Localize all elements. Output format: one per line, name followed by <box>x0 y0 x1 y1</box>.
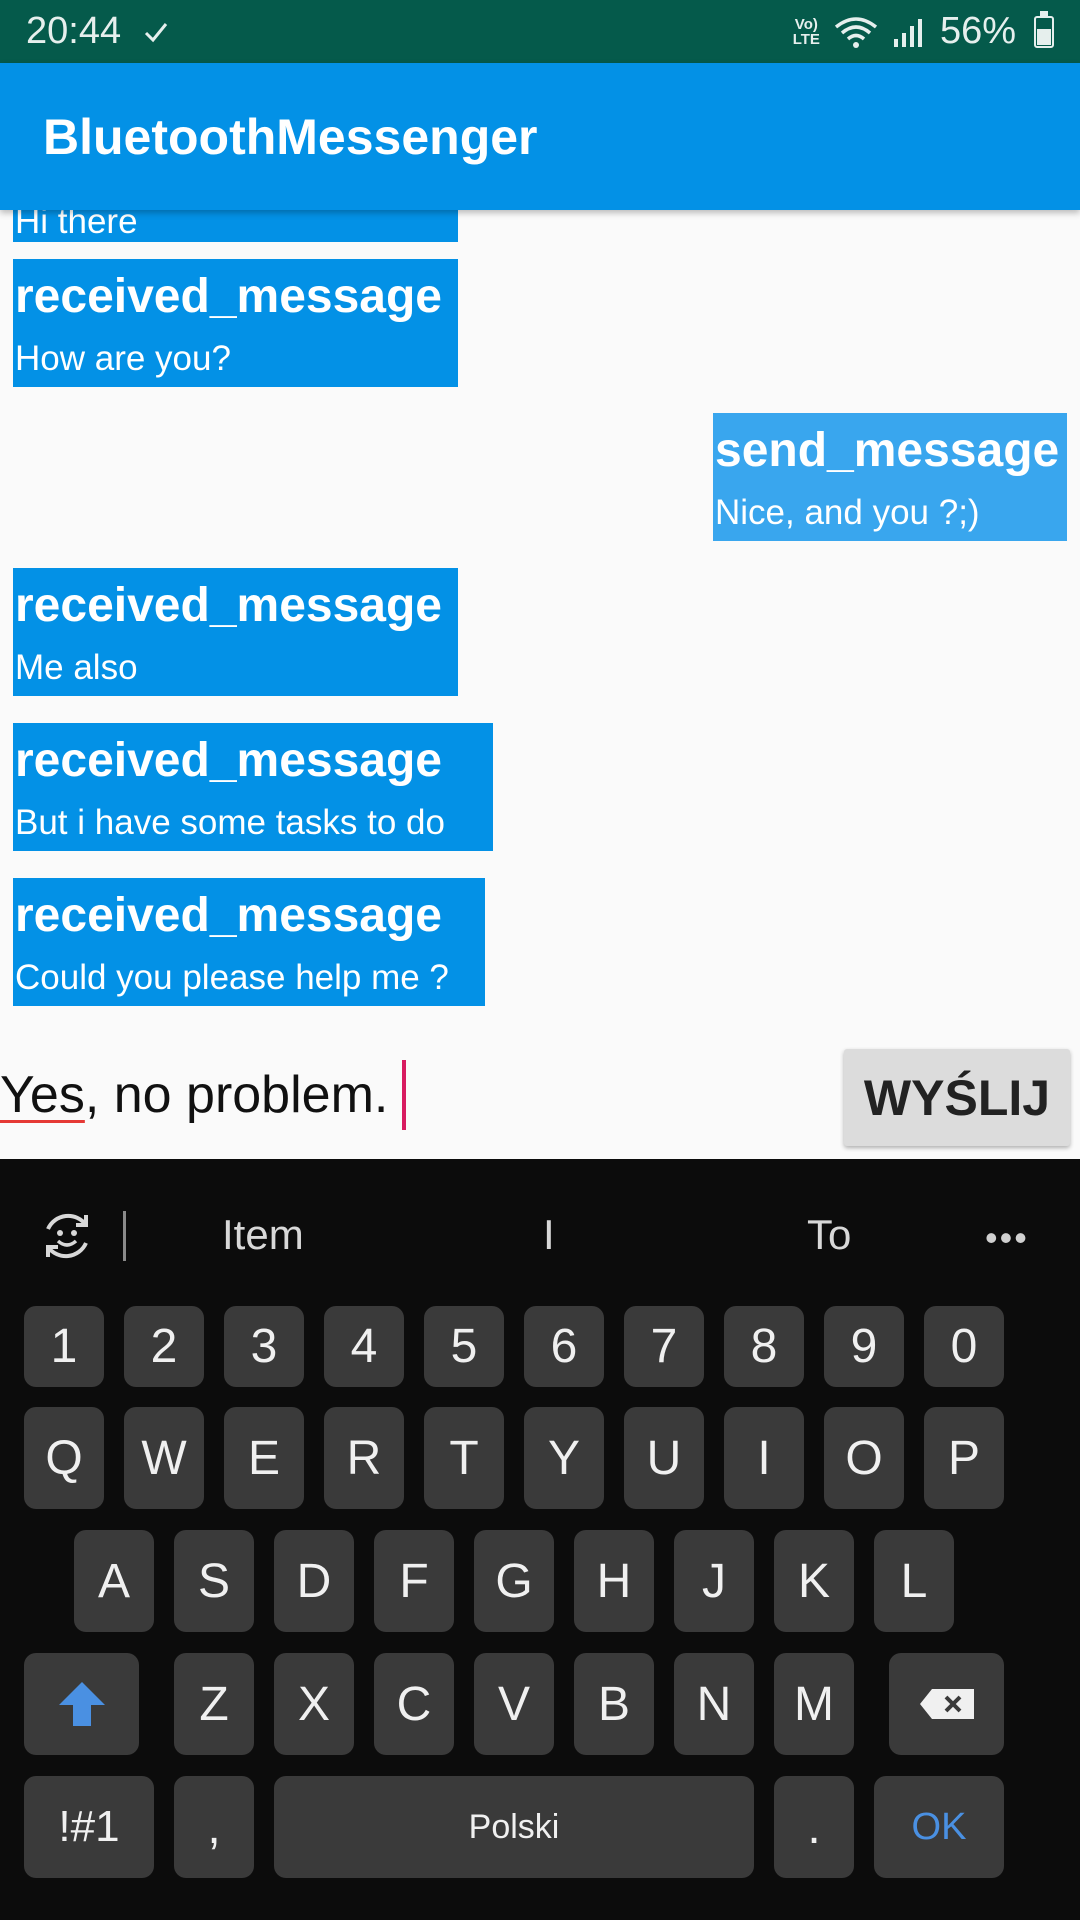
key-1[interactable]: 1 <box>24 1306 104 1387</box>
message-text: But i have some tasks to do <box>15 803 445 842</box>
message-text: Hi there <box>15 210 138 241</box>
suggestion-divider <box>123 1211 126 1261</box>
key-f[interactable]: F <box>374 1530 454 1632</box>
key-v[interactable]: V <box>474 1653 554 1755</box>
message-sender: send_message <box>715 424 1060 477</box>
input-text[interactable]: , no problem. <box>85 1065 389 1125</box>
message-text: Me also <box>15 648 138 687</box>
composer: Yes, no problem. WYŚLIJ <box>0 1035 1080 1159</box>
status-time: 20:44 <box>26 10 122 52</box>
keyboard: Item I To ••• 1 2 3 4 5 6 7 8 9 0 Q W E … <box>0 1159 1080 1920</box>
ok-key[interactable]: OK <box>874 1776 1004 1878</box>
key-z[interactable]: Z <box>174 1653 254 1755</box>
message-sender: received_message <box>15 734 442 787</box>
key-t[interactable]: T <box>424 1407 504 1509</box>
backspace-icon <box>919 1689 974 1719</box>
message-bubble-received: received_message Hi there <box>13 210 458 242</box>
suggestion-1[interactable]: Item <box>222 1211 304 1259</box>
misspelled-word[interactable]: Yes <box>0 1065 85 1125</box>
message-sender: received_message <box>15 270 442 323</box>
send-button[interactable]: WYŚLIJ <box>844 1049 1070 1146</box>
key-n[interactable]: N <box>674 1653 754 1755</box>
key-r[interactable]: R <box>324 1407 404 1509</box>
key-u[interactable]: U <box>624 1407 704 1509</box>
key-3[interactable]: 3 <box>224 1306 304 1387</box>
message-bubble-sent: send_message Nice, and you ?;) <box>713 413 1067 541</box>
message-bubble-received: received_message How are you? <box>13 259 458 387</box>
comma-key[interactable]: , <box>174 1776 254 1878</box>
message-text: How are you? <box>15 339 231 378</box>
wifi-icon <box>834 16 878 48</box>
suggestion-3[interactable]: To <box>807 1211 851 1259</box>
signal-icon <box>893 18 922 47</box>
message-bubble-received: received_message But i have some tasks t… <box>13 723 493 851</box>
key-s[interactable]: S <box>174 1530 254 1632</box>
space-key[interactable]: Polski <box>274 1776 754 1878</box>
key-b[interactable]: B <box>574 1653 654 1755</box>
emoji-refresh-icon[interactable] <box>38 1207 96 1265</box>
key-0[interactable]: 0 <box>924 1306 1004 1387</box>
key-i[interactable]: I <box>724 1407 804 1509</box>
key-c[interactable]: C <box>374 1653 454 1755</box>
status-right: Vo) LTE 56% <box>793 10 1054 53</box>
message-bubble-received: received_message Me also <box>13 568 458 696</box>
message-sender: received_message <box>15 889 442 942</box>
app-title: BluetoothMessenger <box>43 108 538 165</box>
shift-arrow-icon <box>58 1682 105 1726</box>
key-j[interactable]: J <box>674 1530 754 1632</box>
suggestion-2[interactable]: I <box>543 1211 555 1259</box>
volte-icon: Vo) LTE <box>793 17 820 47</box>
more-options-icon[interactable]: ••• <box>985 1217 1029 1259</box>
key-q[interactable]: Q <box>24 1407 104 1509</box>
key-y[interactable]: Y <box>524 1407 604 1509</box>
battery-percent: 56% <box>939 10 1016 52</box>
message-input[interactable]: Yes, no problem. <box>0 1060 407 1130</box>
status-left: 20:44 <box>26 10 169 53</box>
key-8[interactable]: 8 <box>724 1306 804 1387</box>
backspace-key[interactable] <box>889 1653 1004 1755</box>
period-key[interactable]: . <box>774 1776 854 1878</box>
key-2[interactable]: 2 <box>124 1306 204 1387</box>
check-icon <box>145 22 168 42</box>
battery-icon <box>1034 10 1054 48</box>
key-7[interactable]: 7 <box>624 1306 704 1387</box>
key-x[interactable]: X <box>274 1653 354 1755</box>
shift-key[interactable] <box>24 1653 139 1755</box>
volte-top: Vo) <box>794 15 818 33</box>
key-6[interactable]: 6 <box>524 1306 604 1387</box>
suggestion-bar: Item I To ••• <box>0 1159 1080 1309</box>
message-text: Could you please help me ? <box>15 958 449 997</box>
key-h[interactable]: H <box>574 1530 654 1632</box>
text-cursor <box>402 1060 407 1130</box>
message-list[interactable]: received_message Hi there received_messa… <box>0 210 1080 1030</box>
message-text: Nice, and you ?;) <box>715 493 980 532</box>
key-l[interactable]: L <box>874 1530 954 1632</box>
message-bubble-received: received_message Could you please help m… <box>13 878 485 1006</box>
key-5[interactable]: 5 <box>424 1306 504 1387</box>
key-d[interactable]: D <box>274 1530 354 1632</box>
message-sender: received_message <box>15 579 442 632</box>
key-g[interactable]: G <box>474 1530 554 1632</box>
key-a[interactable]: A <box>74 1530 154 1632</box>
symbols-key[interactable]: !#1 <box>24 1776 154 1878</box>
key-e[interactable]: E <box>224 1407 304 1509</box>
key-p[interactable]: P <box>924 1407 1004 1509</box>
volte-bottom: LTE <box>792 30 820 48</box>
key-w[interactable]: W <box>124 1407 204 1509</box>
key-9[interactable]: 9 <box>824 1306 904 1387</box>
key-o[interactable]: O <box>824 1407 904 1509</box>
key-4[interactable]: 4 <box>324 1306 404 1387</box>
app-bar: BluetoothMessenger <box>0 63 1080 210</box>
key-k[interactable]: K <box>774 1530 854 1632</box>
key-m[interactable]: M <box>774 1653 854 1755</box>
status-bar: 20:44 Vo) LTE 56% <box>0 0 1080 63</box>
